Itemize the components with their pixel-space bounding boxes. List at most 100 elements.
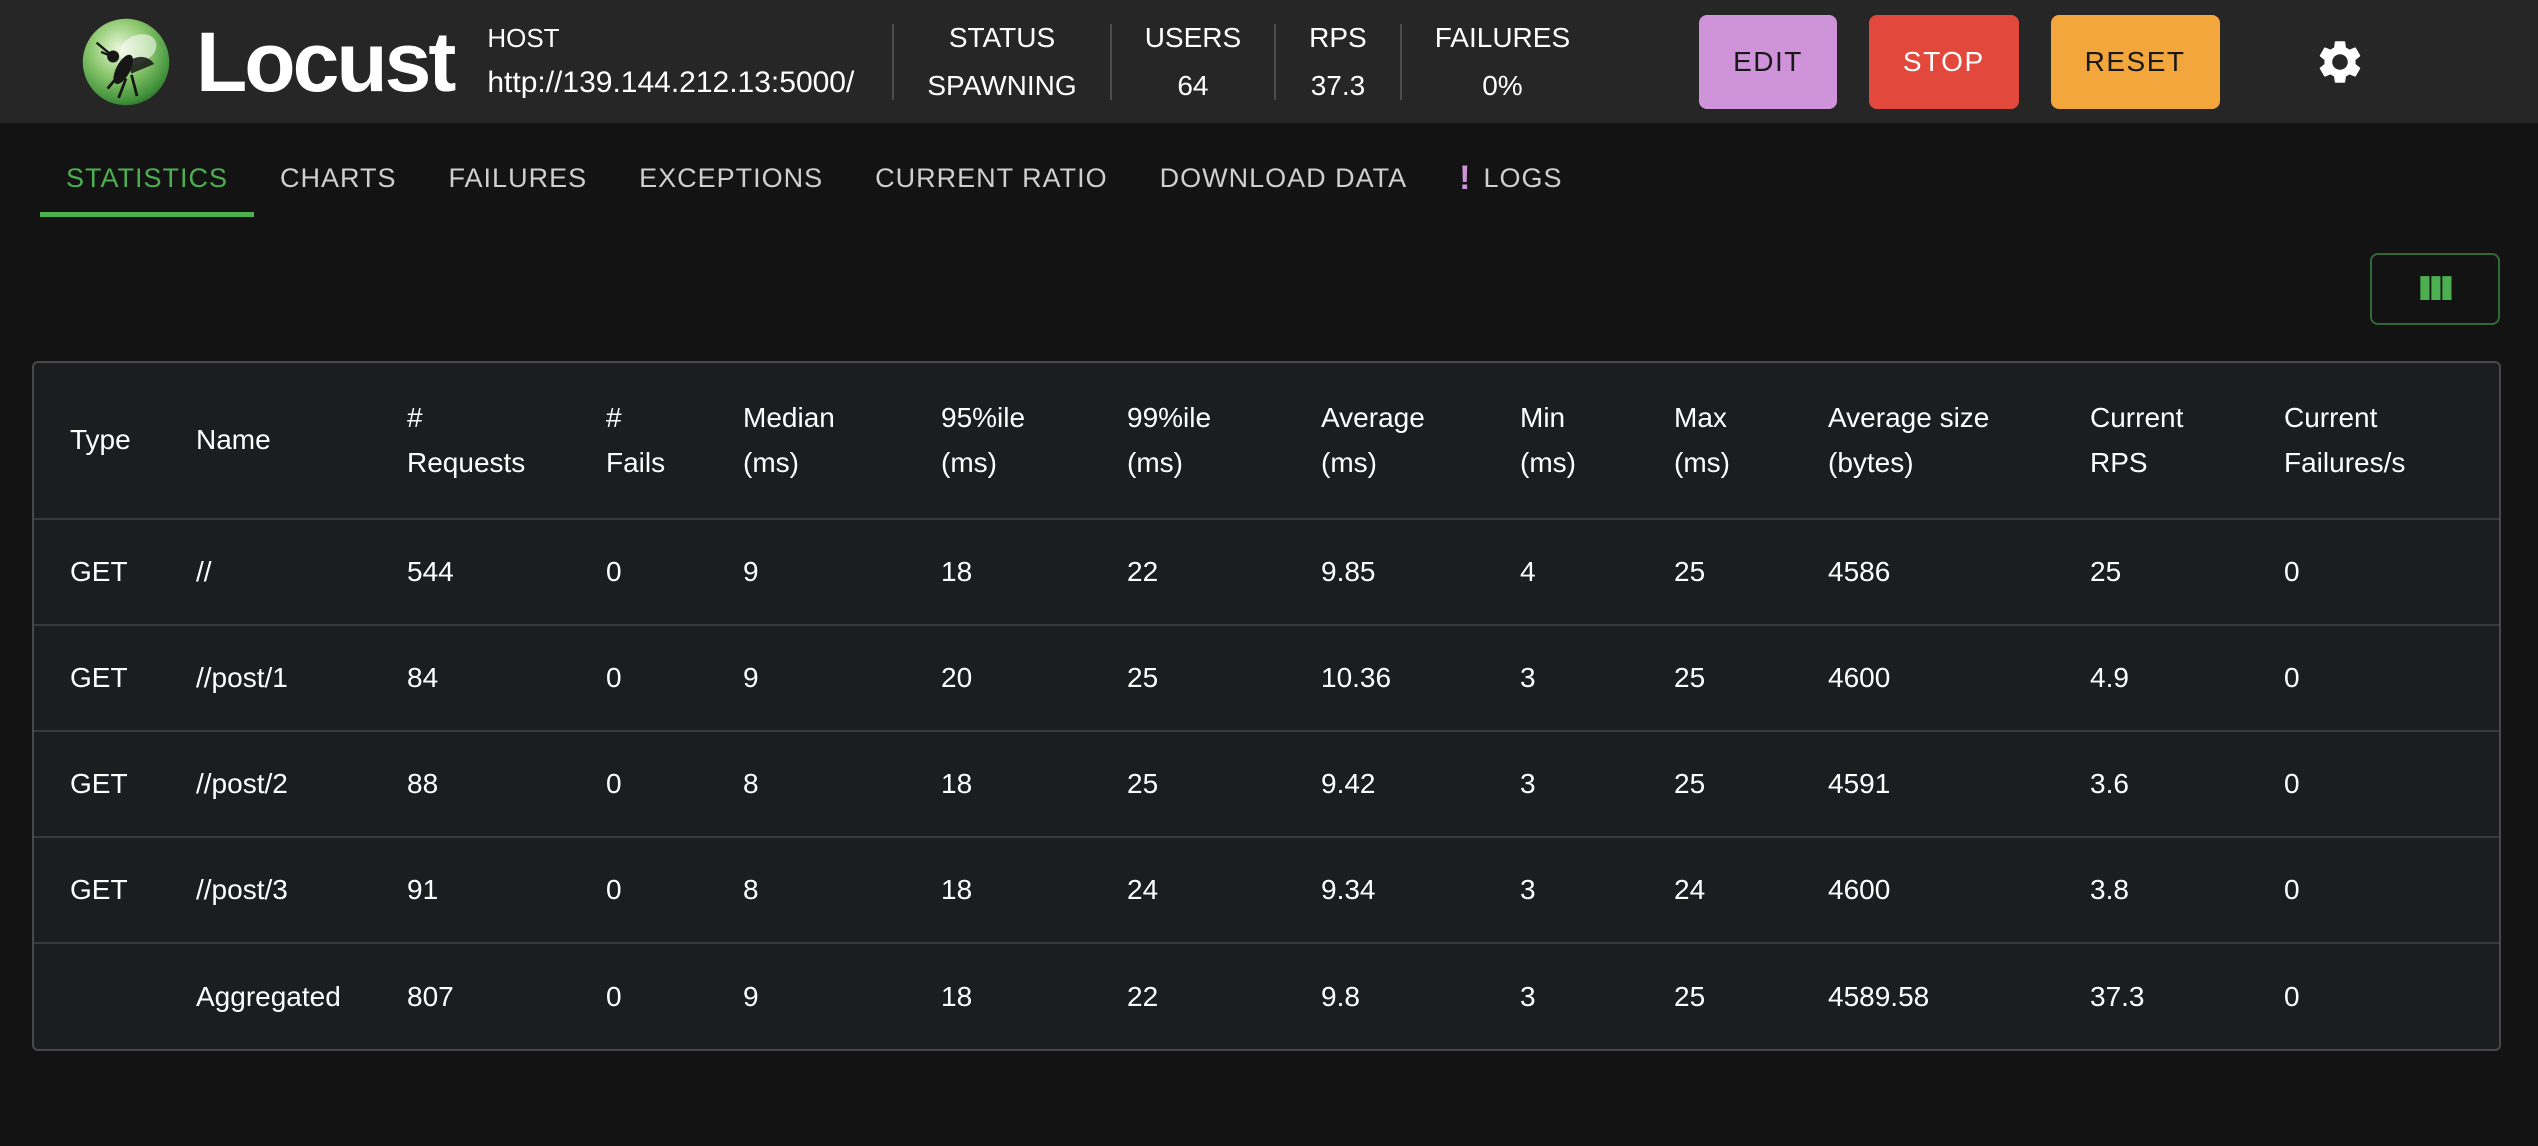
table-cell: 0	[2284, 518, 2499, 625]
tab-download-data[interactable]: DOWNLOAD DATA	[1134, 145, 1434, 217]
table-cell: 25	[1127, 730, 1321, 837]
column-header-line: Current	[2284, 401, 2378, 433]
table-cell: 9	[743, 942, 941, 1049]
table-cell: //	[196, 518, 407, 625]
column-header[interactable]: Min (ms)	[1520, 363, 1674, 519]
tab-charts[interactable]: CHARTS	[254, 145, 423, 217]
table-cell: 25	[2090, 518, 2284, 625]
column-header-line: Failures/s	[2284, 446, 2406, 478]
column-header[interactable]: 99%ile (ms)	[1127, 363, 1321, 519]
failures-value: 0%	[1482, 69, 1523, 101]
tab-current-ratio[interactable]: CURRENT RATIO	[849, 145, 1134, 217]
table-cell: 0	[2284, 836, 2499, 943]
table-cell: 4589.58	[1828, 942, 2090, 1049]
table-cell: 20	[941, 624, 1127, 731]
column-header[interactable]: Max (ms)	[1674, 363, 1828, 519]
tab-bar: STATISTICS CHARTS FAILURES EXCEPTIONS CU…	[0, 123, 2538, 217]
table-body: GET//544 0 9 18 22 9.85 4 25 4586 25 0 GET//post/1 8…	[34, 518, 2499, 1049]
host-value: http://139.144.212.13:5000/	[487, 66, 855, 99]
users-box: USERS 64	[1112, 22, 1274, 102]
table-cell: 22	[1127, 518, 1321, 625]
column-header[interactable]: 95%ile (ms)	[941, 363, 1127, 519]
column-header-line: RPS	[2090, 446, 2148, 478]
rps-label: RPS	[1309, 21, 1367, 53]
table-cell: 25	[1674, 518, 1828, 625]
table-cell: 18	[941, 942, 1127, 1049]
column-selector-button[interactable]	[2370, 253, 2500, 325]
tab-statistics[interactable]: STATISTICS	[40, 145, 255, 217]
column-header[interactable]: Median (ms)	[743, 363, 941, 519]
column-header[interactable]: Average (ms)	[1321, 363, 1520, 519]
tab-exceptions[interactable]: EXCEPTIONS	[613, 145, 849, 217]
table-cell: 4	[1520, 518, 1674, 625]
table-toolbar	[0, 253, 2500, 325]
locust-logo-icon	[82, 18, 170, 105]
table-cell: 9	[743, 518, 941, 625]
table-cell: 0	[2284, 730, 2499, 837]
table-cell: 84	[407, 624, 606, 731]
table-cell: 3	[1520, 942, 1674, 1049]
table-cell: 9.42	[1321, 730, 1520, 837]
table-cell: 544	[407, 518, 606, 625]
table-row: GET//post/1 84 0 9 20 25 10.36 3 25 4600 4.9 0	[34, 624, 2499, 731]
host-label: HOST	[487, 23, 560, 53]
table-cell: 0	[606, 624, 743, 731]
settings-button[interactable]	[2312, 34, 2368, 90]
column-header[interactable]: Current RPS	[2090, 363, 2284, 519]
table-cell: //post/1	[196, 624, 407, 731]
table-cell: 18	[941, 518, 1127, 625]
table-cell: 9	[743, 624, 941, 731]
column-header-line: (ms)	[941, 446, 997, 478]
table-cell: 25	[1127, 624, 1321, 731]
status-box: STATUS SPAWNING	[894, 22, 1109, 102]
column-header-line: Fails	[606, 446, 666, 478]
header-actions: EDIT STOP RESET	[1699, 14, 2220, 109]
column-header[interactable]: # Requests	[407, 363, 606, 519]
table-cell: Aggregated	[196, 942, 407, 1049]
table-cell: 25	[1674, 942, 1828, 1049]
table-cell: 0	[606, 942, 743, 1049]
table-cell: //post/3	[196, 836, 407, 943]
tab-logs[interactable]: ! LOGS	[1433, 145, 1588, 217]
tab-label: STATISTICS	[66, 163, 229, 193]
reset-button[interactable]: RESET	[2050, 14, 2220, 109]
tab-label: CHARTS	[280, 163, 397, 193]
table-cell: 18	[941, 730, 1127, 837]
table-cell: 0	[606, 836, 743, 943]
column-header-line: (ms)	[1127, 446, 1183, 478]
app-header: Locust HOST http://139.144.212.13:5000/ …	[0, 0, 2538, 123]
table-cell: GET	[34, 624, 196, 731]
status-value: SPAWNING	[927, 69, 1077, 101]
table-cell: GET	[34, 518, 196, 625]
table-cell: 22	[1127, 942, 1321, 1049]
column-header-line: #	[407, 401, 423, 433]
table-cell: 10.36	[1321, 624, 1520, 731]
table-cell: 3	[1520, 624, 1674, 731]
column-header[interactable]: Type	[34, 363, 196, 519]
column-header[interactable]: Current Failures/s	[2284, 363, 2499, 519]
column-header-line: 95%ile	[941, 401, 1026, 433]
rps-box: RPS 37.3	[1276, 22, 1400, 102]
stop-button[interactable]: STOP	[1868, 14, 2019, 109]
failures-box: FAILURES 0%	[1402, 22, 1603, 102]
table-cell: 9.85	[1321, 518, 1520, 625]
table-cell: 8	[743, 730, 941, 837]
column-header-line: Type	[70, 424, 131, 456]
edit-button[interactable]: EDIT	[1699, 14, 1837, 109]
column-header[interactable]: Average size (bytes)	[1828, 363, 2090, 519]
tab-failures[interactable]: FAILURES	[423, 145, 614, 217]
rps-value: 37.3	[1310, 69, 1366, 101]
users-value: 64	[1177, 69, 1209, 101]
column-header-line: (ms)	[1520, 446, 1576, 478]
column-header-line: (ms)	[1674, 446, 1730, 478]
status-label: STATUS	[948, 21, 1056, 53]
view-columns-icon	[2420, 276, 2452, 300]
column-header[interactable]: # Fails	[606, 363, 743, 519]
table-cell: 37.3	[2090, 942, 2284, 1049]
table-cell: 91	[407, 836, 606, 943]
table-cell: 88	[407, 730, 606, 837]
column-header[interactable]: Name	[196, 363, 407, 519]
column-header-line: Median	[743, 401, 835, 433]
column-header-line: (bytes)	[1828, 446, 1914, 478]
table-cell: 4600	[1828, 836, 2090, 943]
